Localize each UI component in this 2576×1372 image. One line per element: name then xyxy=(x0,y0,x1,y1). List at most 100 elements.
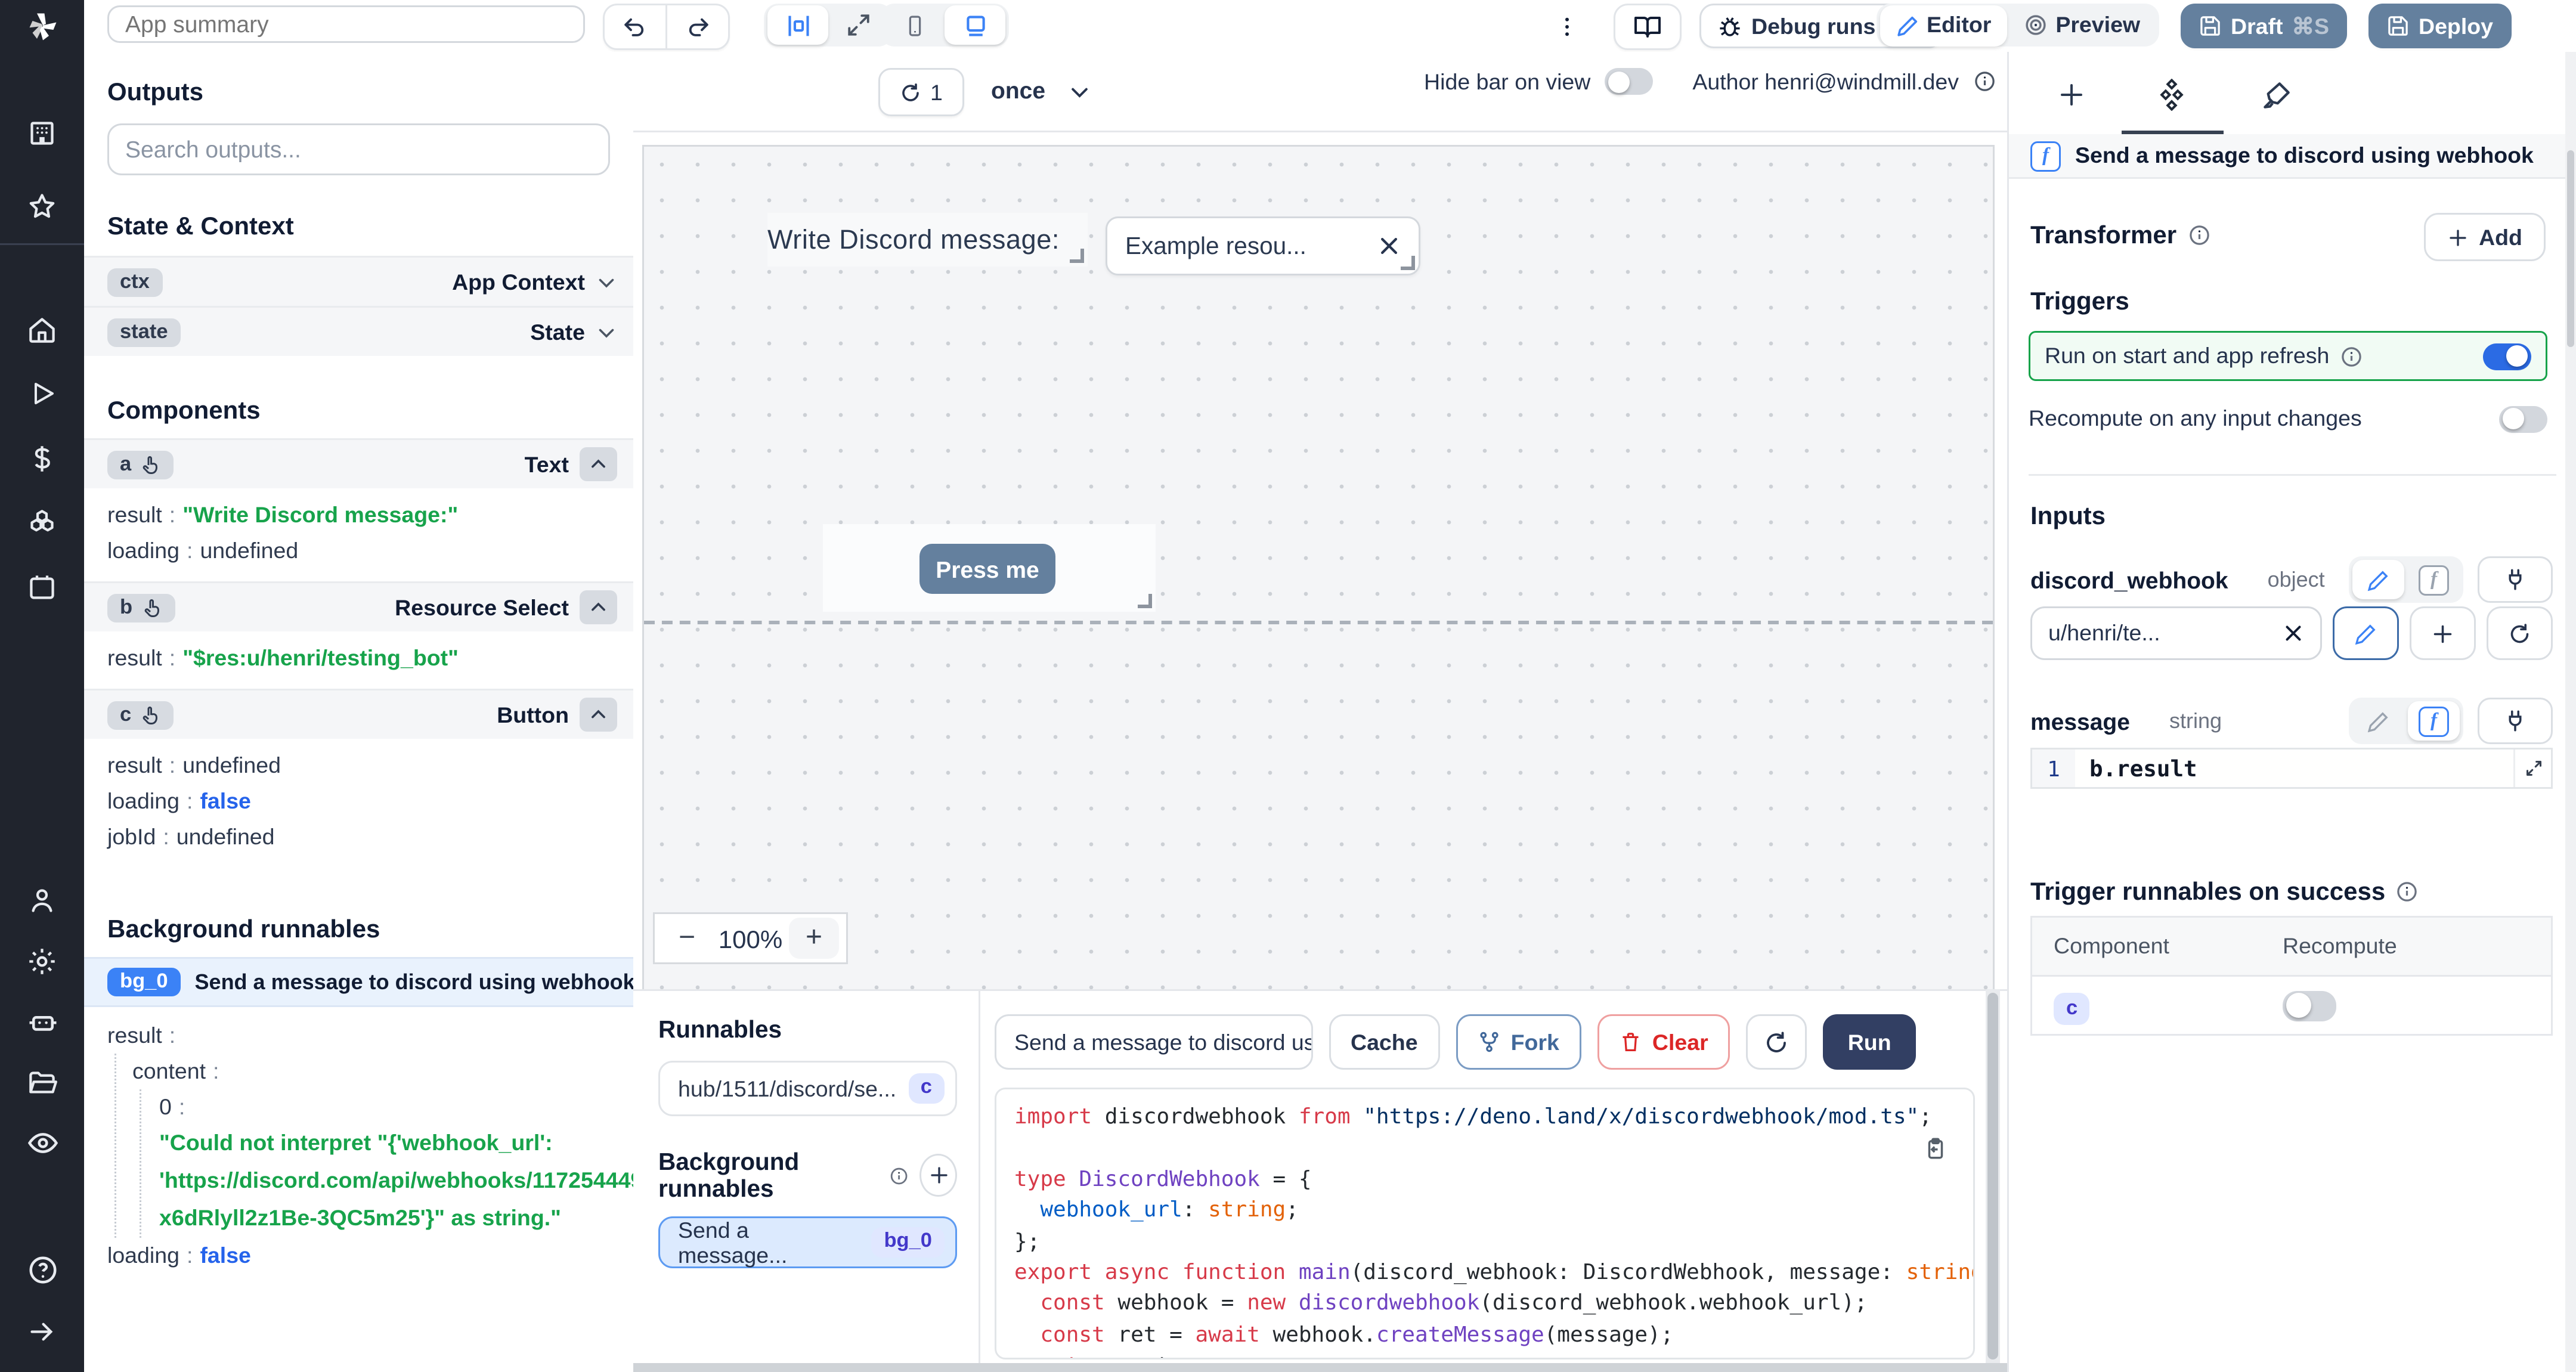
info-icon[interactable] xyxy=(2187,223,2210,246)
page-scrollbar[interactable] xyxy=(2565,52,2576,1372)
resource-select-component[interactable]: Example resou... xyxy=(1106,216,1420,275)
canvas-header: 1 once Hide bar on view Author henri@win… xyxy=(633,52,2007,132)
clear-button[interactable]: Clear xyxy=(1596,1014,1730,1070)
tab-insert-component[interactable] xyxy=(2041,73,2102,116)
sidebar-item-users[interactable] xyxy=(0,877,84,923)
refresh-count-button[interactable]: 1 xyxy=(878,68,964,116)
collapse-button[interactable] xyxy=(580,590,617,624)
component-c-badge[interactable]: c xyxy=(2054,992,2091,1024)
sidebar-item-workers[interactable] xyxy=(0,998,84,1045)
static-mode-button[interactable] xyxy=(2352,701,2404,741)
tab-preview[interactable]: Preview xyxy=(2007,5,2156,46)
runnable-item-hub[interactable]: hub/1511/discord/se... c xyxy=(658,1061,957,1116)
output-row-state[interactable]: state State xyxy=(84,306,633,356)
add-resource-button[interactable] xyxy=(2410,606,2476,660)
home-icon xyxy=(29,317,55,342)
sidebar-collapse-button[interactable] xyxy=(0,1308,84,1354)
connect-input-button[interactable] xyxy=(2478,556,2553,603)
clear-x-icon[interactable] xyxy=(2283,622,2304,644)
sidebar-item-resources[interactable] xyxy=(0,499,84,546)
hide-bar-toggle[interactable] xyxy=(1605,68,1654,95)
static-mode-button[interactable] xyxy=(2352,560,2404,599)
chevron-down-icon[interactable] xyxy=(596,271,617,293)
message-expression-editor[interactable]: 1 b.result xyxy=(2030,748,2553,789)
sidebar-item-settings[interactable] xyxy=(0,937,84,984)
chevron-down-icon[interactable] xyxy=(1068,80,1091,104)
fork-button[interactable]: Fork xyxy=(1455,1014,1581,1070)
info-icon[interactable] xyxy=(2396,879,2419,903)
eval-mode-button[interactable]: f xyxy=(2408,701,2460,741)
editor-refresh-button[interactable] xyxy=(1745,1014,1807,1070)
redo-button[interactable] xyxy=(667,7,728,47)
draft-button[interactable]: Draft ⌘S xyxy=(2181,4,2348,48)
plus-icon xyxy=(930,1167,947,1184)
collapse-button[interactable] xyxy=(580,447,617,481)
recompute-any-toggle[interactable] xyxy=(2499,405,2547,432)
refresh-resource-button[interactable] xyxy=(2487,606,2553,660)
clear-x-icon[interactable] xyxy=(1377,234,1401,258)
tab-styling[interactable] xyxy=(2245,73,2306,116)
text-component-cell[interactable]: Write Discord message: xyxy=(767,213,1088,267)
chevron-down-icon[interactable] xyxy=(596,321,617,343)
zoom-in-button[interactable]: + xyxy=(789,918,839,959)
script-title-input[interactable]: Send a message to discord using xyxy=(995,1014,1313,1070)
component-row-a[interactable]: a Text xyxy=(84,438,633,488)
outputs-title: Outputs xyxy=(107,77,203,106)
resource-value-input[interactable]: u/henri/te... xyxy=(2030,606,2322,660)
output-row-ctx[interactable]: ctx App Context xyxy=(84,256,633,306)
code-editor[interactable]: import discordwebhook from "https://deno… xyxy=(995,1088,1975,1359)
app-canvas[interactable]: Write Discord message: Example resou... … xyxy=(642,145,1995,991)
sidebar-item-home[interactable] xyxy=(0,306,84,352)
run-on-start-toggle[interactable] xyxy=(2483,342,2531,370)
editor-scrollbar[interactable] xyxy=(1986,989,2000,1363)
settings-tabs xyxy=(2009,52,2567,136)
eval-mode-button[interactable]: f xyxy=(2408,560,2460,599)
info-icon[interactable] xyxy=(1973,70,1996,93)
connect-input-button[interactable] xyxy=(2478,698,2553,744)
discord-webhook-input-row: discord_webhook object f xyxy=(2030,556,2553,603)
windmill-logo[interactable] xyxy=(0,0,84,52)
app-summary-input[interactable] xyxy=(107,5,585,43)
sidebar-item-help[interactable] xyxy=(0,1247,84,1293)
more-options-button[interactable] xyxy=(1537,7,1597,46)
desktop-view-button[interactable] xyxy=(945,5,1005,45)
expand-editor-button[interactable] xyxy=(2513,750,2551,787)
tab-component-settings[interactable] xyxy=(2141,73,2202,116)
topbar: Debug runs (23) Editor Preview Draft ⌘S … xyxy=(84,0,2576,54)
resize-handle[interactable] xyxy=(1401,256,1415,270)
deploy-button[interactable]: Deploy xyxy=(2368,4,2512,48)
sidebar-item-schedules[interactable] xyxy=(0,563,84,610)
frequency-select[interactable]: once xyxy=(991,77,1045,104)
edit-resource-button[interactable] xyxy=(2333,606,2399,660)
sidebar-item-audit-logs[interactable] xyxy=(0,1120,84,1166)
component-row-b[interactable]: b Resource Select xyxy=(84,581,633,631)
docs-button[interactable] xyxy=(1614,4,1682,50)
resize-handle[interactable] xyxy=(1138,594,1152,608)
undo-button[interactable] xyxy=(605,7,665,47)
recompute-c-toggle[interactable] xyxy=(2283,990,2336,1021)
refresh-icon xyxy=(2510,622,2529,642)
copy-code-icon[interactable] xyxy=(1923,1136,1948,1161)
press-me-button[interactable]: Press me xyxy=(919,544,1055,594)
sidebar-item-runs[interactable] xyxy=(0,370,84,417)
sidebar-item-variables[interactable] xyxy=(0,435,84,481)
resize-handle[interactable] xyxy=(1070,249,1084,263)
sidebar-item-workspace[interactable] xyxy=(0,109,84,156)
sidebar-item-favorites[interactable] xyxy=(0,182,84,229)
sidebar-item-folders[interactable] xyxy=(0,1059,84,1105)
center-align-button[interactable] xyxy=(767,5,828,45)
add-background-runnable-button[interactable] xyxy=(919,1154,957,1197)
bg-runnable-item-selected[interactable]: Send a message... bg_0 xyxy=(658,1216,957,1268)
cache-button[interactable]: Cache xyxy=(1329,1014,1439,1070)
zoom-out-button[interactable]: − xyxy=(662,918,712,959)
add-transformer-button[interactable]: Add xyxy=(2423,213,2546,261)
info-icon[interactable] xyxy=(2340,345,2363,368)
run-button[interactable]: Run xyxy=(1822,1014,1916,1070)
component-row-c[interactable]: c Button xyxy=(84,689,633,739)
mobile-view-button[interactable] xyxy=(884,5,945,45)
bg-runnable-row[interactable]: bg_0 Send a message to discord using web… xyxy=(84,957,633,1007)
desktop-icon xyxy=(965,14,984,36)
tab-editor[interactable]: Editor xyxy=(1880,4,2008,46)
search-outputs-input[interactable]: Search outputs... xyxy=(107,123,610,175)
collapse-button[interactable] xyxy=(580,698,617,732)
